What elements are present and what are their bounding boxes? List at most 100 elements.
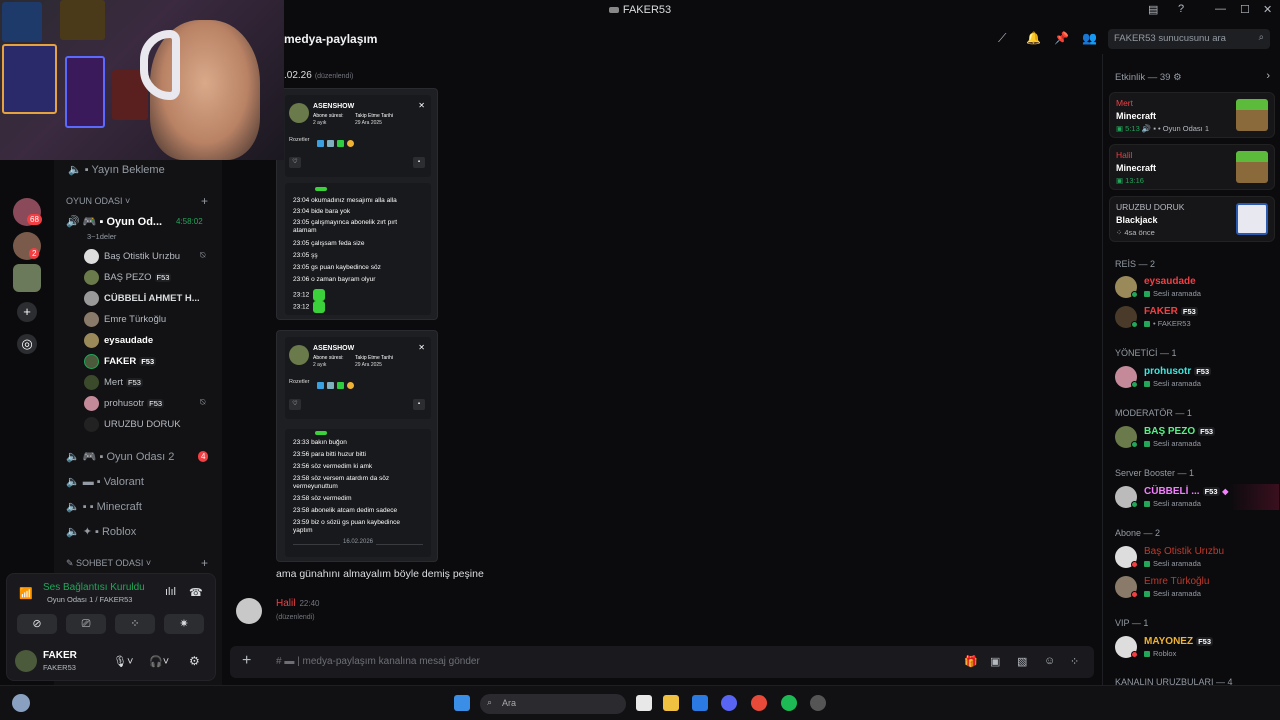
disconnect-icon[interactable]: ☎ — [189, 586, 203, 599]
member-item[interactable]: MAYONEZ F53 Roblox — [1113, 634, 1273, 660]
voice-member[interactable]: FAKER F53 — [84, 354, 157, 369]
member-item[interactable]: FAKER F53 • FAKER53 — [1113, 304, 1273, 330]
add-channel-icon[interactable]: + — [201, 194, 208, 208]
spotify-icon[interactable] — [781, 695, 797, 711]
member-item[interactable]: BAŞ PEZO F53 Sesli aramada — [1113, 424, 1273, 450]
member-status-text: Sesli aramada — [1153, 379, 1201, 388]
noise-suppression-icon[interactable]: ılıl — [165, 586, 176, 598]
status-dot — [1131, 501, 1138, 508]
soundboard-button[interactable]: ✷ — [164, 614, 204, 634]
member-status: Sesli aramada — [1144, 439, 1201, 448]
server-icon[interactable] — [13, 264, 41, 292]
discover-icon[interactable]: ◎ — [17, 334, 37, 354]
gift-icon[interactable]: 🎁 — [964, 655, 978, 668]
voice-member[interactable]: URUZBU DORUK — [84, 417, 181, 432]
voice-member[interactable]: Baş Otistik Urızbu — [84, 249, 180, 264]
activity-meta: ▣ 5:13 🔊 ▪ • Oyun Odası 1 — [1116, 124, 1210, 133]
close-button[interactable]: ✕ — [1263, 3, 1272, 16]
message-composer[interactable]: + # ▬ | medya-paylaşım kanalına mesaj gö… — [230, 646, 1094, 678]
voice-location[interactable]: Oyun Odası 1 / FAKER53 — [47, 595, 132, 604]
maximize-button[interactable]: ☐ — [1240, 3, 1250, 16]
add-channel-icon[interactable]: + — [201, 556, 208, 570]
server-tag: F53 — [1180, 306, 1198, 316]
apps-icon[interactable]: ⁘ — [1070, 655, 1079, 668]
sub-label: Abone süresi: — [313, 113, 344, 119]
image-attachment[interactable]: ASENSHOW ✕ Abone süresi: 2 ayık Takip Et… — [276, 88, 438, 320]
date-divider-label: 16.02.2026 — [339, 539, 377, 545]
minecraft-thumbnail — [1236, 99, 1268, 131]
add-server-icon[interactable]: + — [17, 302, 37, 322]
channel-minecraft[interactable]: 🔈 ▪ ▪ Minecraft — [66, 500, 142, 513]
screen-share-button[interactable]: ⎚ — [66, 614, 106, 634]
chat-line: 23:33 bakın buğon — [293, 439, 347, 446]
member-item[interactable]: Baş Otistik Urızbu Sesli aramada — [1113, 544, 1273, 570]
sticker-icon[interactable]: ▧ — [1017, 655, 1027, 668]
pin-icon[interactable]: 📌 — [1054, 31, 1069, 45]
activity-card[interactable]: Halil Minecraft ▣ 13:16 — [1109, 144, 1275, 190]
channel-label: Minecraft — [96, 501, 142, 513]
headphones-icon[interactable]: 🎧˅ — [149, 655, 169, 668]
poster-image — [60, 0, 105, 40]
minimize-button[interactable]: — — [1215, 3, 1226, 15]
inbox-icon[interactable]: ▤ — [1148, 3, 1158, 16]
activity-card[interactable]: URUZBU DORUK Blackjack ⁘ 4sa önce — [1109, 196, 1275, 242]
help-icon[interactable]: ? — [1178, 3, 1184, 15]
avatar — [84, 375, 99, 390]
activity-time: 5:13 — [1125, 124, 1140, 133]
member-name: MAYONEZ F53 — [1144, 636, 1214, 647]
gear-icon[interactable]: ⚙ — [1173, 72, 1182, 83]
start-icon[interactable] — [454, 695, 470, 711]
avatar[interactable] — [15, 650, 37, 672]
voice-member[interactable]: prohusotr F53 — [84, 396, 165, 411]
channel-roblox[interactable]: 🔈 ✦ ▪ Roblox — [66, 525, 136, 538]
avatar[interactable] — [236, 598, 262, 624]
author-name[interactable]: Halil — [276, 598, 295, 609]
activities-button[interactable]: ⁘ — [115, 614, 155, 634]
settings-gear-icon[interactable]: ⚙ — [189, 654, 200, 668]
task-view-icon[interactable] — [636, 695, 652, 711]
microphone-icon[interactable]: 🎙˅ — [113, 655, 133, 668]
file-explorer-icon[interactable] — [663, 695, 679, 711]
channel-oyun-odasi-2[interactable]: 🔈 🎮 ▪ Oyun Odası 2 — [66, 450, 174, 463]
chrome-icon[interactable] — [751, 695, 767, 711]
voice-member[interactable]: CÜBBELİ AHMET H... — [84, 291, 200, 306]
discord-icon[interactable] — [721, 695, 737, 711]
channel-oyun-odasi-1[interactable]: 🔊 🎮 ▪ Oyun Od... — [66, 215, 162, 228]
chevron-right-icon[interactable]: › — [1266, 70, 1270, 82]
chat-area: medya-paylaşım ⟋ 🔔 📌 👥 .02.26 (düzenlendi… — [222, 22, 1102, 685]
category-oyun-odasi[interactable]: OYUN ODASI ˅ — [66, 196, 130, 206]
composer-placeholder[interactable]: # ▬ | medya-paylaşım kanalına mesaj gönd… — [276, 656, 480, 667]
member-status: Sesli aramada — [1144, 379, 1201, 388]
activity-meta: ▣ 13:16 — [1116, 176, 1144, 185]
voice-member[interactable]: Mert F53 — [84, 375, 143, 390]
category-sohbet-odasi[interactable]: ✎ SOHBET ODASI ˅ — [66, 558, 151, 569]
image-attachment[interactable]: ASENSHOW ✕ Abone süresi: 2 ayık Takip Et… — [276, 330, 438, 562]
emoji-icon[interactable]: ☺ — [1044, 655, 1055, 667]
voice-member[interactable]: eysaudade — [84, 333, 153, 348]
activity-card[interactable]: Mert Minecraft ▣ 5:13 🔊 ▪ • Oyun Odası 1 — [1109, 92, 1275, 138]
gif-icon[interactable]: ▣ — [990, 655, 1000, 668]
member-item[interactable]: CÜBBELİ ... F53 ◆ Sesli aramada — [1113, 484, 1279, 510]
app-icon[interactable] — [810, 695, 826, 711]
threads-icon[interactable]: ⟋ — [998, 31, 1006, 46]
camera-off-button[interactable]: ⊘ — [17, 614, 57, 634]
taskbar-search[interactable]: Ara ⌕ — [480, 694, 626, 714]
status-dot — [1131, 651, 1138, 658]
poster-image — [65, 56, 105, 128]
notification-bell-icon[interactable]: 🔔 — [1026, 31, 1041, 45]
voice-member[interactable]: Emre Türkoğlu — [84, 312, 166, 327]
add-attachment-icon[interactable]: + — [242, 652, 251, 670]
activity-user: Mert — [1116, 98, 1133, 108]
channel-yayin-bekleme[interactable]: 🔈 ▪ Yayın Bekleme — [68, 163, 165, 176]
channel-valorant[interactable]: 🔈 ▬ ▪ Valorant — [66, 475, 144, 488]
weather-icon[interactable] — [12, 694, 30, 712]
member-list-icon[interactable]: 👥 — [1082, 31, 1097, 45]
voice-member-name: CÜBBELİ AHMET H... — [104, 293, 200, 305]
member-item[interactable]: eysaudade Sesli aramada — [1113, 274, 1273, 300]
member-item[interactable]: Emre Türkoğlu Sesli aramada — [1113, 574, 1273, 600]
boost-icon: ◆ — [1222, 487, 1229, 496]
server-search-input[interactable]: FAKER53 sunucusunu ara ⌕ — [1108, 29, 1270, 49]
voice-member[interactable]: BAŞ PEZO F53 — [84, 270, 172, 285]
member-item[interactable]: prohusotr F53 Sesli aramada — [1113, 364, 1273, 390]
store-icon[interactable] — [692, 695, 708, 711]
